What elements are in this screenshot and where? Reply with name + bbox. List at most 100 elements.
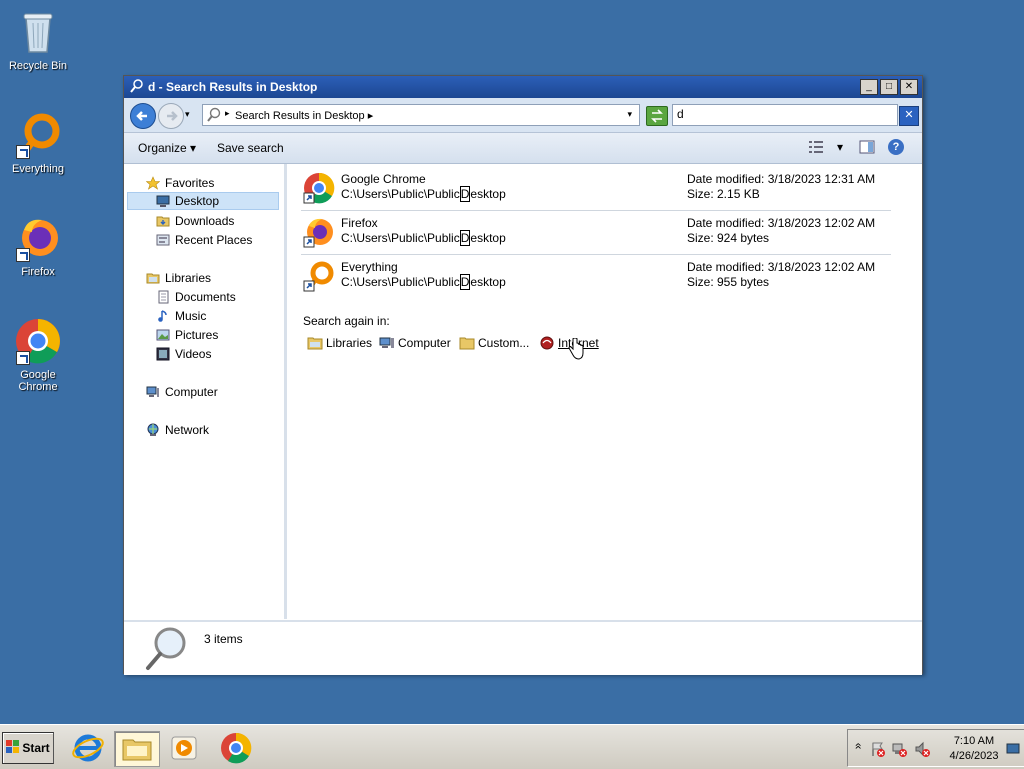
help-button[interactable]: ? bbox=[888, 139, 904, 155]
result-size: Size: 955 bytes bbox=[687, 275, 770, 289]
nav-label: Downloads bbox=[175, 214, 235, 228]
command-bar: Organize ▾ Save search ▾ ? bbox=[124, 133, 922, 164]
nav-videos[interactable]: Videos bbox=[156, 345, 211, 363]
result-path-prefix: C:\Users\Public\Public bbox=[341, 275, 460, 289]
everything-icon bbox=[14, 111, 62, 159]
address-field[interactable]: ▸ Search Results in Desktop ▸ ▾ bbox=[202, 104, 640, 126]
desktop-icon-firefox[interactable]: Firefox bbox=[0, 214, 76, 278]
nav-downloads[interactable]: Downloads bbox=[156, 212, 234, 230]
internet-icon bbox=[539, 336, 555, 350]
result-item[interactable]: Everything C:\Users\Public\PublicDesktop… bbox=[301, 254, 891, 298]
network-icon bbox=[146, 423, 160, 437]
nav-label: Libraries bbox=[165, 271, 212, 285]
search-again-libraries[interactable]: Libraries bbox=[307, 336, 372, 350]
taskbar-google-chrome[interactable] bbox=[218, 731, 254, 765]
match-highlight: D bbox=[459, 186, 471, 202]
result-item[interactable]: Google Chrome C:\Users\Public\PublicDesk… bbox=[301, 166, 891, 211]
windows-logo-icon bbox=[6, 739, 20, 757]
nav-pictures[interactable]: Pictures bbox=[156, 326, 218, 344]
organize-button[interactable]: Organize ▾ bbox=[138, 141, 196, 155]
close-button[interactable]: ✕ bbox=[900, 79, 918, 95]
search-again-computer[interactable]: Computer bbox=[379, 336, 451, 350]
nav-network[interactable]: Network bbox=[146, 421, 209, 439]
address-dropdown-icon[interactable]: ▾ bbox=[627, 109, 632, 120]
shortcut-arrow-icon bbox=[16, 351, 30, 365]
shortcut-arrow-icon bbox=[16, 248, 30, 262]
taskbar-internet-explorer[interactable] bbox=[70, 731, 106, 765]
desktop-icon-label: Google Chrome bbox=[18, 369, 58, 393]
action-center-flag-icon[interactable] bbox=[870, 741, 886, 760]
result-path-suffix: esktop bbox=[470, 231, 506, 245]
clock-date: 4/26/2023 bbox=[949, 750, 999, 762]
recent-pages-chevron-icon[interactable]: ▾ bbox=[185, 109, 190, 120]
nav-computer[interactable]: Computer bbox=[146, 383, 218, 401]
taskbar-media-player[interactable] bbox=[166, 731, 202, 765]
folder-icon bbox=[122, 739, 152, 761]
forward-arrow-icon bbox=[167, 111, 178, 121]
desktop-icon-recycle-bin[interactable]: Recycle Bin bbox=[0, 8, 76, 72]
result-name: Google Chrome bbox=[341, 172, 426, 186]
desktop-icon-label: Everything bbox=[12, 163, 64, 175]
breadcrumb-chevron-icon[interactable]: ▸ bbox=[225, 108, 230, 119]
refresh-icon bbox=[651, 109, 663, 123]
save-search-button[interactable]: Save search bbox=[217, 141, 284, 155]
taskbar: Start » 7:10 AM 4/26/2023 bbox=[0, 724, 1024, 769]
shortcut-arrow-icon bbox=[16, 145, 30, 159]
views-icon[interactable] bbox=[808, 139, 824, 155]
everything-icon bbox=[303, 260, 335, 292]
chrome-icon bbox=[221, 732, 252, 764]
clock[interactable]: 7:10 AM 4/26/2023 bbox=[944, 734, 1004, 764]
search-folder-icon bbox=[130, 79, 144, 93]
desktop-icon-label: Firefox bbox=[21, 266, 55, 278]
result-date-modified: Date modified: 3/18/2023 12:02 AM bbox=[687, 216, 876, 230]
search-box[interactable] bbox=[672, 104, 898, 126]
desktop-icon-label: Recycle Bin bbox=[8, 60, 68, 72]
navigation-pane: Favorites Desktop Downloads Recent Place… bbox=[124, 164, 287, 619]
desktop-icon-everything[interactable]: Everything bbox=[0, 111, 76, 175]
result-item[interactable]: Firefox C:\Users\Public\PublicDesktop Da… bbox=[301, 210, 891, 255]
volume-muted-icon[interactable] bbox=[914, 741, 930, 760]
show-desktop-icon[interactable] bbox=[1006, 742, 1020, 759]
search-again-custom[interactable]: Custom... bbox=[459, 336, 529, 350]
result-name: Everything bbox=[341, 260, 398, 274]
internet-explorer-icon bbox=[72, 734, 104, 762]
search-again-computer-label: Computer bbox=[398, 336, 451, 350]
maximize-button[interactable]: □ bbox=[880, 79, 898, 95]
nav-documents[interactable]: Documents bbox=[156, 288, 236, 306]
documents-icon bbox=[156, 290, 170, 304]
nav-label: Favorites bbox=[165, 176, 215, 190]
start-button[interactable]: Start bbox=[2, 732, 54, 764]
search-again-libraries-label: Libraries bbox=[326, 336, 373, 350]
breadcrumb-search-results[interactable]: Search Results in Desktop ▸ bbox=[235, 109, 373, 122]
item-count: 3 items bbox=[204, 632, 243, 646]
taskbar-windows-explorer[interactable] bbox=[114, 731, 160, 767]
nav-libraries[interactable]: Libraries bbox=[146, 269, 211, 287]
chrome-icon bbox=[303, 172, 335, 204]
videos-icon bbox=[156, 347, 170, 361]
refresh-button[interactable] bbox=[646, 106, 668, 126]
result-path-suffix: esktop bbox=[470, 187, 506, 201]
tray-expand-button[interactable]: » bbox=[850, 743, 864, 750]
nav-music[interactable]: Music bbox=[156, 307, 206, 325]
result-path: C:\Users\Public\PublicDesktop bbox=[341, 274, 506, 290]
clear-search-button[interactable]: ✕ bbox=[899, 106, 919, 126]
preview-pane-icon[interactable] bbox=[859, 139, 875, 155]
search-input[interactable] bbox=[673, 105, 881, 123]
minimize-button[interactable]: _ bbox=[860, 79, 878, 95]
network-status-icon[interactable] bbox=[892, 741, 908, 760]
desktop-icon-google-chrome[interactable]: Google Chrome bbox=[0, 317, 76, 393]
explorer-window: d - Search Results in Desktop _ □ ✕ ▾ ▸ … bbox=[123, 75, 923, 675]
computer-icon bbox=[379, 336, 395, 350]
nav-recent-places[interactable]: Recent Places bbox=[156, 231, 252, 249]
back-arrow-icon bbox=[136, 111, 147, 121]
nav-favorites[interactable]: Favorites bbox=[145, 174, 215, 192]
nav-desktop[interactable]: Desktop bbox=[127, 192, 279, 210]
breadcrumb-chevron-icon: ▸ bbox=[367, 110, 374, 122]
window-title: d - Search Results in Desktop bbox=[148, 80, 318, 94]
views-dropdown-icon[interactable]: ▾ bbox=[837, 140, 843, 154]
search-location-icon bbox=[206, 107, 222, 126]
back-button[interactable] bbox=[130, 103, 156, 129]
title-bar[interactable]: d - Search Results in Desktop _ □ ✕ bbox=[124, 76, 922, 98]
libraries-icon bbox=[146, 271, 160, 285]
forward-button[interactable] bbox=[158, 103, 184, 129]
